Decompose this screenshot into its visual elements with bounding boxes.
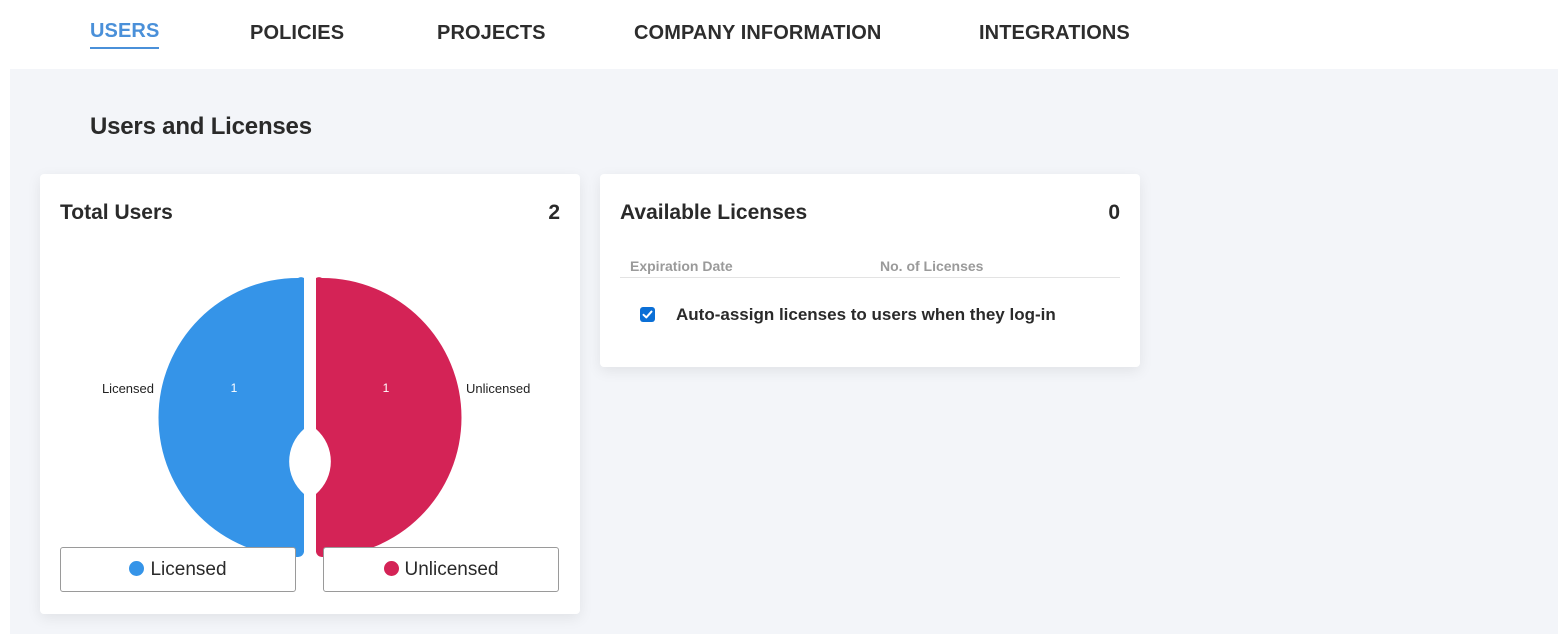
total-users-count: 2 (548, 201, 560, 224)
column-header-expiration-date[interactable]: Expiration Date (630, 258, 733, 274)
chart-value-licensed: 1 (231, 381, 238, 395)
auto-assign-checkbox[interactable] (640, 307, 655, 322)
available-licenses-card: Available Licenses 0 Expiration Date No.… (600, 174, 1140, 367)
section-title: Users and Licenses (90, 113, 312, 140)
licensed-dot-icon (129, 561, 145, 576)
users-donut-chart: 1 1 Licensed Unlicensed (102, 277, 530, 558)
tab-company-information[interactable]: COMPANY INFORMATION (634, 22, 881, 45)
total-users-title: Total Users (60, 201, 173, 224)
tab-projects[interactable]: PROJECTS (437, 22, 546, 45)
column-header-no-of-licenses[interactable]: No. of Licenses (880, 258, 983, 274)
chart-label-licensed: Licensed (102, 381, 154, 396)
tab-users[interactable]: USERS (90, 20, 160, 49)
tab-integrations[interactable]: INTEGRATIONS (979, 22, 1130, 45)
tab-policies[interactable]: POLICIES (250, 22, 344, 45)
chart-segment-licensed[interactable] (158, 277, 305, 558)
unlicensed-dot-icon (383, 561, 399, 576)
top-nav: USERS POLICIES PROJECTS COMPANY INFORMAT… (0, 0, 1558, 69)
chart-label-unlicensed: Unlicensed (466, 381, 530, 396)
table-header-divider (620, 277, 1120, 278)
chart-value-unlicensed: 1 (383, 381, 390, 395)
legend-licensed-button[interactable]: Licensed (60, 547, 296, 592)
total-users-card: Total Users 2 1 1 Licensed Unlicensed Li… (40, 174, 580, 614)
legend-unlicensed-label: Unlicensed (404, 558, 499, 580)
available-licenses-count: 0 (1108, 201, 1120, 224)
legend-unlicensed-button[interactable]: Unlicensed (323, 547, 559, 592)
auto-assign-label[interactable]: Auto-assign licenses to users when they … (676, 305, 1056, 325)
chart-segment-unlicensed[interactable] (316, 277, 462, 558)
available-licenses-title: Available Licenses (620, 201, 808, 224)
checkmark-icon (642, 310, 653, 319)
legend-licensed-label: Licensed (150, 558, 227, 580)
